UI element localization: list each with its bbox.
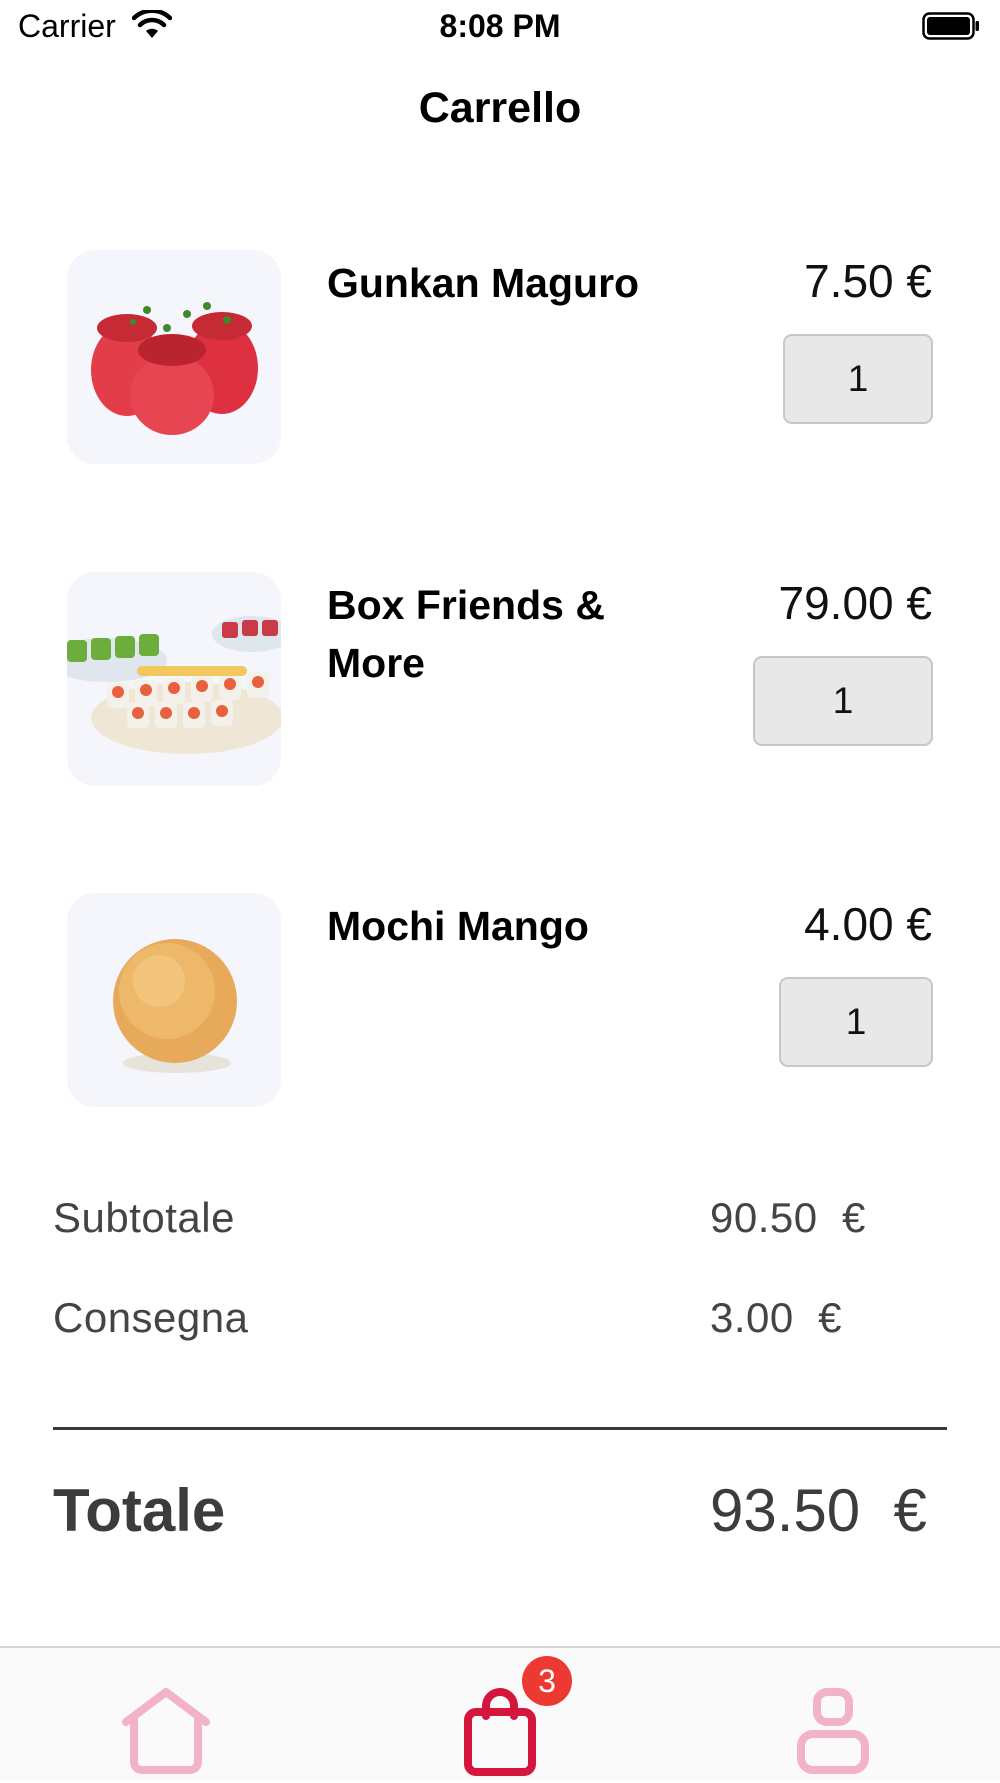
subtotal-value: 90.50 € bbox=[710, 1194, 866, 1241]
item-name: Box Friends & More bbox=[327, 582, 605, 686]
quantity-field[interactable]: 1 bbox=[753, 656, 933, 746]
box-friends-photo bbox=[67, 572, 281, 786]
cart-item: Mochi Mango 4.00 € 1 bbox=[0, 893, 1000, 1113]
divider bbox=[53, 1427, 947, 1430]
tab-bar bbox=[0, 1646, 1000, 1780]
battery-icon bbox=[922, 12, 979, 40]
cart-item: Gunkan Maguro 7.50 € 1 bbox=[0, 250, 1000, 470]
item-name: Gunkan Maguro bbox=[327, 260, 640, 306]
quantity-field[interactable]: 1 bbox=[783, 334, 933, 424]
gunkan-maguro-photo bbox=[67, 250, 281, 464]
total-label: Totale bbox=[53, 1477, 226, 1544]
status-bar: Carrier 8:08 PM bbox=[0, 0, 1000, 56]
status-time: 8:08 PM bbox=[439, 8, 561, 44]
page-title: Carrello bbox=[418, 84, 582, 132]
tab-profile[interactable] bbox=[783, 1682, 883, 1778]
delivery-value: 3.00 € bbox=[710, 1294, 842, 1341]
quantity-field[interactable]: 1 bbox=[779, 977, 933, 1067]
total-value: 93.50 € bbox=[710, 1477, 927, 1544]
mochi-mango-photo bbox=[67, 893, 281, 1107]
cart-count-badge: 3 bbox=[522, 1656, 572, 1706]
item-price: 79.00 € bbox=[778, 577, 932, 629]
item-name: Mochi Mango bbox=[327, 903, 589, 949]
subtotal-label: Subtotale bbox=[53, 1194, 235, 1241]
delivery-label: Consegna bbox=[53, 1294, 249, 1341]
cart-item: Box Friends & More 79.00 € 1 bbox=[0, 572, 1000, 792]
profile-icon bbox=[797, 1688, 869, 1774]
home-icon bbox=[122, 1688, 210, 1774]
item-price: 4.00 € bbox=[804, 898, 932, 950]
item-price: 7.50 € bbox=[804, 255, 932, 307]
tab-home[interactable] bbox=[116, 1682, 216, 1778]
